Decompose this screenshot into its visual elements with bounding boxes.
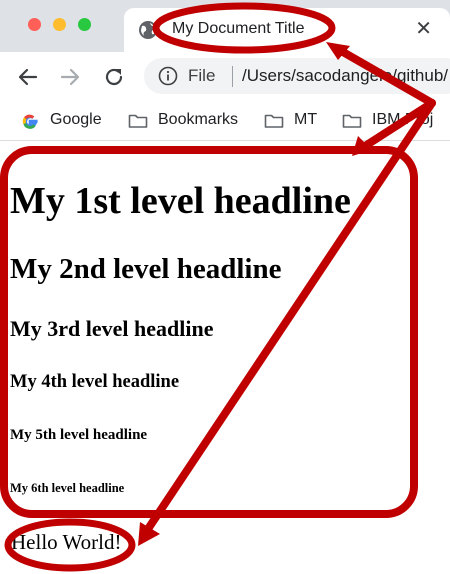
globe-icon [139, 21, 157, 39]
tab-title: My Document Title [172, 20, 305, 37]
scheme-label: File [188, 66, 216, 85]
heading-level-4: My 4th level headline [10, 372, 180, 392]
bookmark-label: Google [50, 111, 102, 128]
bookmark-label: MT [294, 111, 318, 128]
browser-tab[interactable]: My Document Title ✕ [124, 8, 450, 52]
bookmark-label: IBM Proj [372, 111, 434, 128]
reload-icon[interactable] [102, 65, 126, 89]
info-icon[interactable] [158, 66, 178, 86]
close-window-button[interactable] [28, 18, 41, 31]
folder-icon [342, 114, 362, 128]
address-separator [232, 66, 233, 87]
google-icon [22, 114, 38, 129]
paragraph-text: Hello World! [11, 530, 122, 554]
page-content: My 1st level headline My 2nd level headl… [0, 141, 450, 574]
close-tab-icon[interactable]: ✕ [415, 18, 432, 40]
title-bar: My Document Title ✕ [0, 0, 450, 52]
minimize-window-button[interactable] [53, 18, 66, 31]
url-text[interactable]: /Users/sacodangelo/github/ [242, 66, 448, 86]
browser-toolbar: File /Users/sacodangelo/github/ [0, 52, 450, 102]
back-arrow-icon[interactable] [16, 65, 40, 89]
heading-level-3: My 3rd level headline [10, 316, 214, 341]
heading-level-1: My 1st level headline [10, 180, 351, 222]
forward-arrow-icon[interactable] [58, 65, 82, 89]
heading-level-5: My 5th level headline [10, 427, 148, 443]
folder-icon [264, 114, 284, 128]
heading-level-6: My 6th level headline [10, 481, 125, 495]
bookmarks-bar: Google Bookmarks MT IBM Proj [0, 102, 450, 141]
address-bar[interactable]: File /Users/sacodangelo/github/ [144, 58, 450, 94]
heading-level-2: My 2nd level headline [10, 253, 282, 285]
maximize-window-button[interactable] [78, 18, 91, 31]
bookmark-label: Bookmarks [158, 111, 239, 128]
folder-icon [128, 114, 148, 128]
